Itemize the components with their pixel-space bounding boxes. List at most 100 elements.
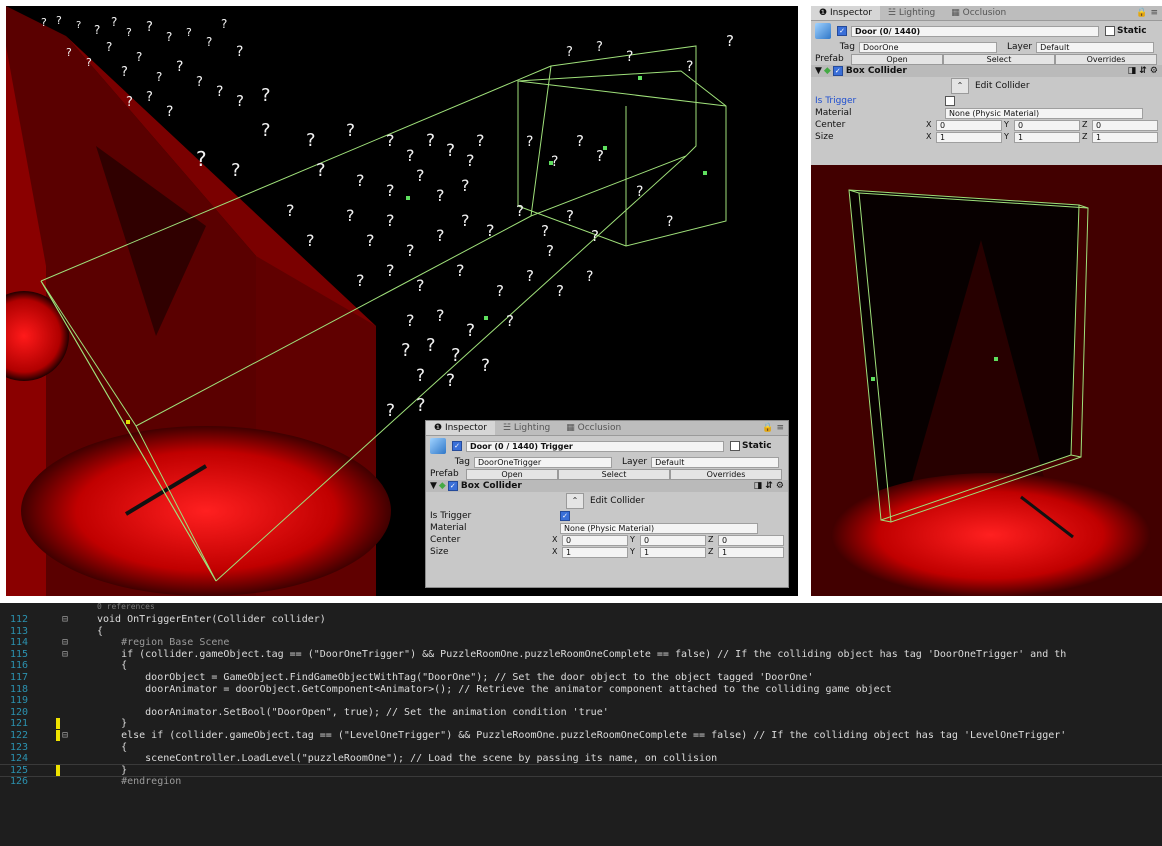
prefab-open-button-small[interactable]: Open [466, 468, 558, 480]
code-line[interactable]: 123 { [0, 742, 1162, 754]
svg-text:?: ? [591, 227, 599, 245]
material-field[interactable]: None (Physic Material) [945, 107, 1143, 119]
code-text: void OnTriggerEnter(Collider collider) [97, 614, 326, 625]
lock-menu-icon[interactable]: 🔒 ≡ [1136, 6, 1162, 20]
svg-text:?: ? [111, 15, 117, 29]
tag-label-small: Tag [454, 457, 470, 467]
collapse-icon[interactable]: ⊟ [62, 730, 68, 742]
collapse-icon[interactable]: ⊟ [62, 649, 68, 661]
active-checkbox-small[interactable]: ✓ [452, 441, 462, 451]
code-line[interactable]: 118 doorAnimator = doorObject.GetCompone… [0, 684, 1162, 696]
static-label: Static [1117, 26, 1147, 36]
layer-dropdown[interactable]: Default [1036, 41, 1155, 53]
size-y-field-small[interactable]: 1 [640, 546, 706, 558]
scene-side-canvas[interactable] [811, 165, 1162, 596]
material-field-small[interactable]: None (Physic Material) [560, 522, 758, 534]
svg-text:?: ? [566, 207, 574, 225]
code-editor[interactable]: 0 references 112 ⊟ void OnTriggerEnter(Col… [0, 603, 1162, 846]
svg-text:?: ? [401, 340, 411, 361]
center-y-field[interactable]: 0 [1014, 119, 1080, 131]
line-number: 124 [10, 753, 29, 765]
foldout-arrow-icon[interactable]: ▼ [430, 481, 437, 491]
svg-text:?: ? [261, 120, 271, 141]
prefab-select-button[interactable]: Select [943, 53, 1055, 65]
center-z-field[interactable]: 0 [1092, 119, 1158, 131]
center-x-field-small[interactable]: 0 [562, 534, 628, 546]
code-line[interactable]: 114 ⊟ #region Base Scene [0, 637, 1162, 649]
svg-text:?: ? [386, 401, 395, 421]
line-number: 126 [10, 776, 29, 788]
lighting-icon: ☱ [887, 8, 899, 18]
is-trigger-checkbox[interactable] [945, 96, 955, 106]
scene-view-side[interactable] [811, 165, 1162, 596]
code-line[interactable]: 122 ⊟ else if (collider.gameObject.tag ==… [0, 729, 1162, 742]
collapse-icon[interactable]: ⊟ [62, 614, 68, 626]
collapse-icon[interactable]: ⊟ [62, 637, 68, 649]
prefab-select-button-small[interactable]: Select [558, 468, 670, 480]
center-x-field[interactable]: 0 [936, 119, 1002, 131]
code-line[interactable]: 126 #endregion [0, 776, 1162, 788]
size-x-field[interactable]: 1 [936, 131, 1002, 143]
layer-dropdown-small[interactable]: Default [651, 456, 780, 468]
svg-text:?: ? [56, 14, 62, 27]
code-line[interactable]: 115 ⊟ if (collider.gameObject.tag == ("Do… [0, 649, 1162, 661]
foldout-arrow-icon[interactable]: ▼ [815, 66, 822, 76]
svg-text:?: ? [446, 141, 455, 161]
component-settings-icon[interactable]: ◨ ⇵ ⚙ [1128, 66, 1158, 76]
size-x-field-small[interactable]: 1 [562, 546, 628, 558]
lock-menu-icon[interactable]: 🔒 ≡ [762, 421, 788, 435]
code-line[interactable]: 113 { [0, 626, 1162, 638]
svg-text:?: ? [406, 241, 415, 260]
size-y-field[interactable]: 1 [1014, 131, 1080, 143]
code-text: if (collider.gameObject.tag == ("DoorOne… [97, 648, 1067, 660]
edit-collider-button-small[interactable]: ⌃ [566, 493, 584, 509]
object-name-field-small[interactable]: Door (0 / 1440) Trigger [466, 440, 724, 452]
active-checkbox[interactable]: ✓ [837, 26, 847, 36]
svg-text:?: ? [546, 242, 554, 260]
svg-text:?: ? [166, 30, 172, 44]
component-enabled-checkbox[interactable]: ✓ [832, 66, 843, 76]
size-z-field[interactable]: 1 [1092, 131, 1158, 143]
static-checkbox-small[interactable] [730, 441, 740, 451]
tab-occlusion[interactable]: ▦ Occlusion [943, 6, 1014, 20]
code-line[interactable]: 120 doorAnimator.SetBool("DoorOpen", tru… [0, 707, 1162, 719]
code-line[interactable]: 119 [0, 695, 1162, 707]
tab-lighting-small[interactable]: ☱ Lighting [495, 421, 558, 435]
line-number: 116 [10, 660, 29, 672]
prefab-open-button[interactable]: Open [851, 53, 943, 65]
object-name-field[interactable]: Door (0/ 1440) [851, 25, 1099, 37]
prefab-label-small: Prefab [430, 469, 459, 479]
tab-inspector-small[interactable]: ❶ Inspector [426, 421, 495, 435]
references-hint[interactable]: 0 references [97, 603, 155, 613]
svg-text:?: ? [436, 306, 445, 325]
tag-dropdown-small[interactable]: DoorOneTrigger [474, 456, 612, 468]
box-collider-icon: ◆ [438, 481, 446, 491]
tag-dropdown[interactable]: DoorOne [859, 41, 997, 53]
info-icon: ❶ [819, 8, 830, 18]
is-trigger-checkbox-small[interactable]: ✓ [560, 511, 570, 521]
svg-text:?: ? [176, 59, 183, 75]
code-line[interactable]: 117 doorObject = GameObject.FindGameObje… [0, 672, 1162, 684]
svg-text:?: ? [216, 84, 223, 100]
tab-occlusion-small[interactable]: ▦ Occlusion [558, 421, 629, 435]
component-enabled-checkbox-small[interactable]: ✓ [447, 481, 458, 491]
svg-text:?: ? [94, 23, 100, 37]
code-line[interactable]: 112 ⊟ void OnTriggerEnter(Collider collide… [0, 614, 1162, 626]
tab-lighting[interactable]: ☱ Lighting [880, 6, 943, 20]
center-y-field-small[interactable]: 0 [640, 534, 706, 546]
prefab-overrides-dropdown-small[interactable]: Overrides [670, 468, 782, 480]
static-checkbox[interactable] [1105, 26, 1115, 36]
tab-inspector[interactable]: ❶ Inspector [811, 6, 880, 20]
code-line[interactable]: 124 sceneController.LoadLevel("puzzleRoo… [0, 753, 1162, 765]
size-label: Size [815, 132, 834, 142]
svg-text:?: ? [386, 211, 395, 230]
component-settings-icon[interactable]: ◨ ⇵ ⚙ [754, 481, 784, 491]
prefab-overrides-dropdown[interactable]: Overrides [1055, 53, 1157, 65]
size-z-field-small[interactable]: 1 [718, 546, 784, 558]
code-line-current[interactable]: 125 } [0, 763, 1162, 778]
code-line[interactable]: 116 { [0, 660, 1162, 672]
code-line[interactable]: 121 } [0, 718, 1162, 730]
edit-collider-button[interactable]: ⌃ [951, 78, 969, 94]
center-z-field-small[interactable]: 0 [718, 534, 784, 546]
svg-text:?: ? [366, 231, 375, 250]
